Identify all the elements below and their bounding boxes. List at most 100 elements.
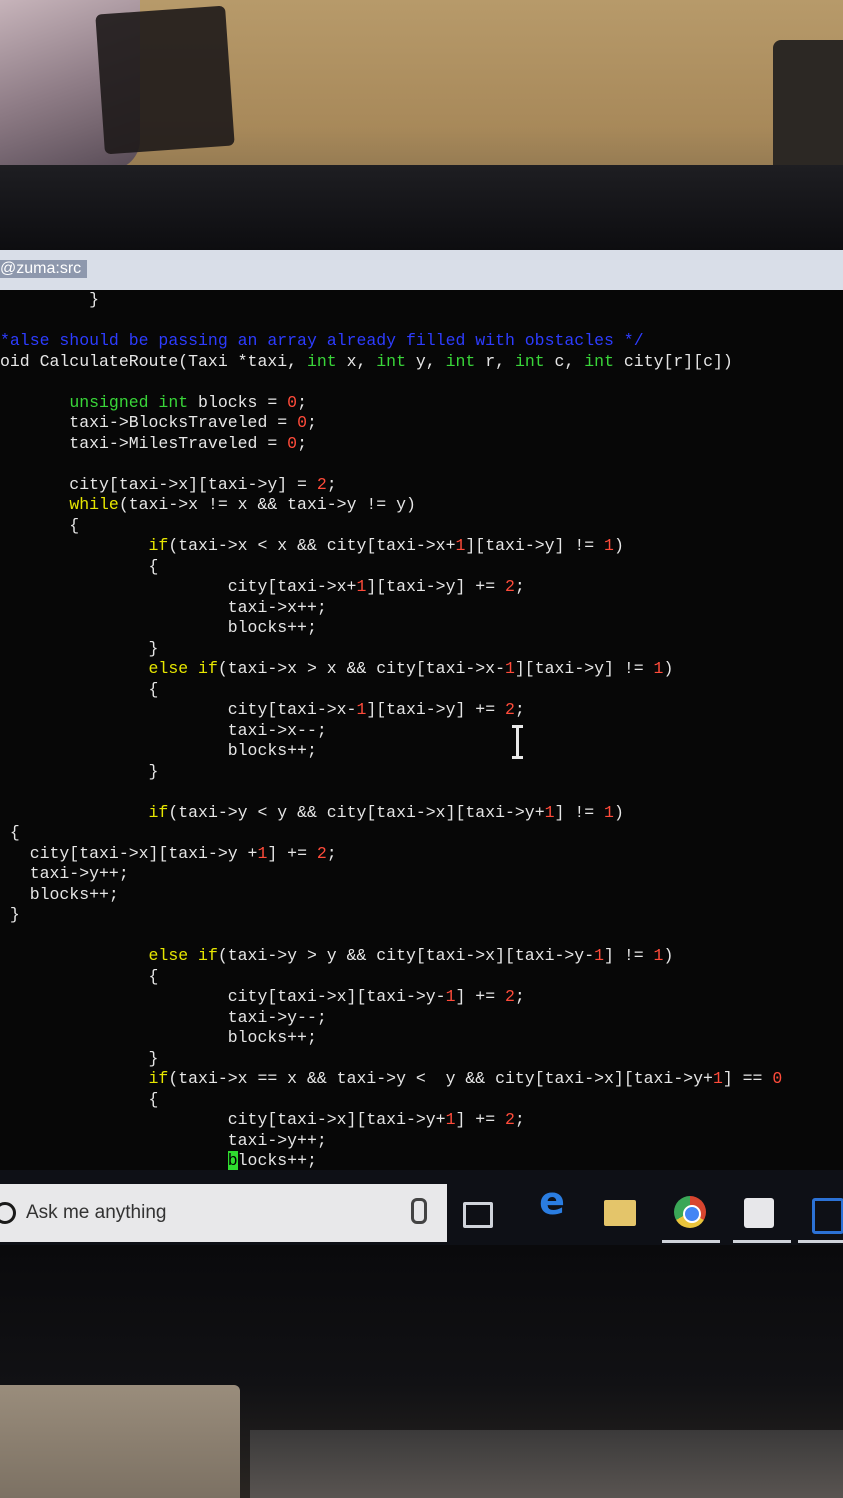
code-token: taxi->y--; bbox=[0, 1007, 327, 1027]
cortana-search-box[interactable]: Ask me anything bbox=[0, 1184, 447, 1242]
code-token: } bbox=[0, 1048, 159, 1068]
code-line: city[taxi->x][taxi->y +1] += 2; bbox=[0, 844, 782, 865]
search-icon bbox=[0, 1202, 16, 1224]
file-explorer-icon[interactable] bbox=[604, 1200, 636, 1226]
code-token: taxi->MilesTraveled = bbox=[0, 433, 288, 453]
store-icon[interactable] bbox=[744, 1198, 774, 1228]
code-token: (taxi->y > y && city[taxi->x][taxi->y- bbox=[217, 946, 595, 965]
terminal-titlebar[interactable]: @zuma:src bbox=[0, 250, 843, 290]
code-token: ) bbox=[613, 536, 624, 555]
code-line: if(taxi->x < x && city[taxi->x+1][taxi->… bbox=[0, 536, 782, 557]
code-token: blocks++; bbox=[0, 1028, 317, 1047]
task-view-icon[interactable] bbox=[463, 1202, 493, 1228]
code-line: { bbox=[0, 1090, 782, 1111]
code-token: 1 bbox=[712, 1069, 723, 1088]
code-token: blocks++; bbox=[0, 884, 119, 904]
taskbar: Ask me anything e bbox=[0, 1170, 843, 1245]
code-token: 1 bbox=[594, 946, 605, 965]
code-token: else if bbox=[148, 659, 218, 678]
code-token: 2 bbox=[316, 474, 327, 494]
code-token: ) bbox=[613, 802, 624, 822]
code-token: 1 bbox=[257, 843, 268, 863]
desk-object bbox=[0, 1385, 240, 1498]
code-token: taxi->x--; bbox=[0, 720, 327, 740]
code-token: ; bbox=[514, 1110, 525, 1129]
code-token: 0 bbox=[297, 413, 307, 432]
code-editor[interactable]: } *alse should be passing an array alrea… bbox=[0, 290, 782, 1170]
code-token: 1 bbox=[445, 1110, 456, 1129]
picture-frame bbox=[95, 5, 235, 155]
code-token: 1 bbox=[356, 700, 367, 719]
code-token: 1 bbox=[455, 536, 466, 555]
network-app-icon[interactable] bbox=[812, 1198, 843, 1234]
code-token: ; bbox=[297, 433, 307, 453]
code-token: if bbox=[148, 1069, 169, 1088]
code-line: city[taxi->x-1][taxi->y] += 2; bbox=[0, 700, 782, 721]
code-line: blocks++; bbox=[0, 1151, 782, 1170]
code-line: if(taxi->y < y && city[taxi->x][taxi->y+… bbox=[0, 803, 782, 824]
code-token: c, bbox=[544, 351, 585, 371]
code-token: ] += bbox=[455, 1110, 505, 1129]
terminal-title: @zuma:src bbox=[0, 260, 88, 278]
code-token: 0 bbox=[772, 1069, 783, 1088]
code-token: 2 bbox=[505, 987, 515, 1006]
code-line: { bbox=[0, 680, 782, 701]
code-token: 1 bbox=[505, 659, 515, 678]
code-line: { bbox=[0, 967, 782, 988]
code-token: 1 bbox=[604, 536, 614, 555]
code-token: unsigned int bbox=[69, 392, 189, 412]
code-token: ][taxi->y] != bbox=[514, 659, 654, 678]
code-token: ; bbox=[297, 392, 307, 412]
code-line: blocks++; bbox=[0, 1028, 782, 1049]
code-line: taxi->y--; bbox=[0, 1008, 782, 1029]
code-token: ] == bbox=[722, 1069, 773, 1088]
code-token: city[taxi->x- bbox=[0, 700, 357, 719]
code-token: { bbox=[0, 679, 159, 699]
code-token: { bbox=[0, 966, 159, 986]
code-token: int bbox=[584, 351, 614, 371]
cursor-block: b bbox=[227, 1151, 238, 1170]
code-line: while(taxi->x != x && taxi->y != y) bbox=[0, 495, 782, 516]
chrome-icon[interactable] bbox=[674, 1196, 706, 1228]
code-line: { bbox=[0, 557, 782, 578]
code-token: ; bbox=[514, 987, 525, 1006]
code-token: else if bbox=[148, 946, 218, 965]
code-line: city[taxi->x][taxi->y-1] += 2; bbox=[0, 987, 782, 1008]
code-token: city[taxi->x][taxi->y + bbox=[0, 843, 258, 863]
code-line: } bbox=[0, 1049, 782, 1070]
running-indicator bbox=[662, 1240, 720, 1243]
running-indicator bbox=[798, 1240, 843, 1243]
code-token: x, bbox=[336, 351, 377, 371]
edge-icon[interactable]: e bbox=[535, 1179, 569, 1223]
code-token: taxi->x++; bbox=[0, 597, 327, 617]
code-line: blocks++; bbox=[0, 618, 782, 639]
code-token: city[taxi->x+ bbox=[0, 577, 357, 596]
code-line: } bbox=[0, 762, 782, 783]
microphone-icon[interactable] bbox=[411, 1198, 427, 1224]
running-indicator bbox=[733, 1240, 791, 1243]
code-token: (taxi->x < x && city[taxi->x+ bbox=[168, 536, 456, 555]
code-token: city[taxi->x][taxi->y] = bbox=[0, 474, 317, 494]
code-line: taxi->y++; bbox=[0, 1131, 782, 1152]
chrome-icon-center bbox=[683, 1205, 701, 1223]
terminal-window[interactable]: } *alse should be passing an array alrea… bbox=[0, 290, 843, 1170]
code-line: unsigned int blocks = 0; bbox=[0, 393, 782, 414]
code-token: r, bbox=[475, 351, 515, 371]
code-token: 2 bbox=[505, 1110, 515, 1129]
code-token: { bbox=[0, 823, 20, 842]
monitor-bezel bbox=[0, 165, 843, 250]
code-token: taxi->BlocksTraveled = bbox=[0, 413, 298, 432]
keyboard-edge bbox=[250, 1430, 843, 1498]
code-line: } bbox=[0, 290, 782, 311]
code-line: blocks++; bbox=[0, 885, 782, 906]
code-token: if bbox=[148, 536, 169, 555]
code-token: ; bbox=[306, 413, 317, 432]
code-line: city[taxi->x][taxi->y+1] += 2; bbox=[0, 1110, 782, 1131]
